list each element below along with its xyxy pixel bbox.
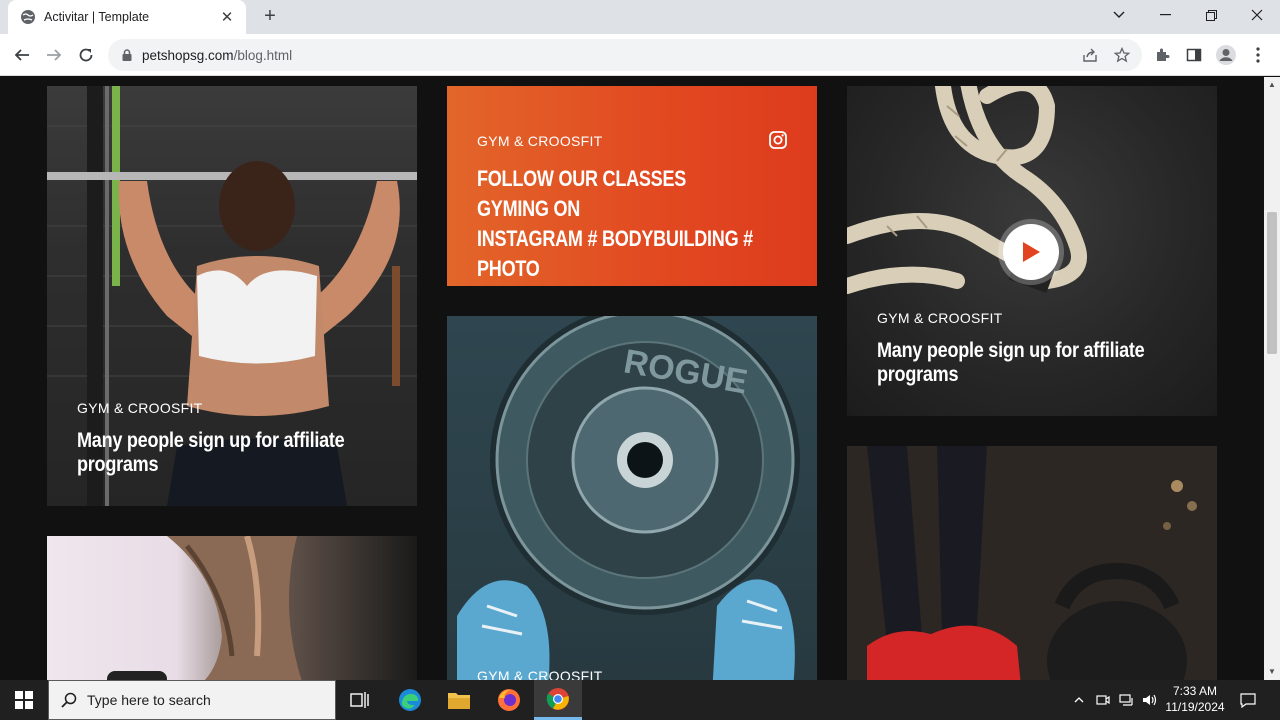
url-text: petshopsg.com/blog.html	[142, 48, 292, 63]
profile-avatar-icon[interactable]	[1214, 43, 1238, 67]
muscle-photo	[107, 536, 302, 680]
card-title[interactable]: Many people sign up for affiliate progra…	[77, 429, 345, 477]
reload-button[interactable]	[72, 41, 100, 69]
card-title-line: Many people sign up for affiliate	[877, 339, 1145, 362]
weight-plate-photo: ROGUE	[457, 316, 800, 680]
card-title-line: programs	[77, 453, 159, 476]
tab-search-icon[interactable]	[1096, 0, 1142, 30]
card-category[interactable]: GYM & CROOSFIT	[877, 310, 1003, 326]
instagram-icon[interactable]	[769, 131, 787, 149]
play-video-button[interactable]	[998, 219, 1064, 285]
blog-card-6[interactable]	[847, 446, 1217, 680]
blog-card-5[interactable]: ROGUE GYM & CROOSFIT	[447, 316, 817, 680]
card-title[interactable]: FOLLOW OUR CLASSES GYMING ON INSTAGRAM #…	[477, 164, 756, 284]
chrome-icon[interactable]	[534, 680, 582, 720]
scroll-up-icon[interactable]: ▲	[1268, 80, 1276, 89]
file-explorer-icon[interactable]	[435, 680, 483, 720]
kettlebell-photo	[847, 446, 1217, 680]
forward-button[interactable]	[40, 41, 68, 69]
back-button[interactable]	[8, 41, 36, 69]
address-bar[interactable]: petshopsg.com/blog.html	[108, 39, 1142, 71]
taskbar-clock[interactable]: 7:33 AM 11/19/2024	[1160, 683, 1230, 715]
start-button[interactable]	[0, 680, 48, 720]
meet-now-icon[interactable]	[1094, 680, 1112, 720]
tab-title: Activitar | Template	[44, 10, 150, 24]
blog-card-1[interactable]: GYM & CROOSFIT Many people sign up for a…	[47, 86, 417, 506]
browser-toolbar: petshopsg.com/blog.html	[0, 34, 1280, 76]
card-title-line: programs	[877, 363, 959, 386]
edge-browser-icon[interactable]	[386, 680, 434, 720]
tray-overflow-icon[interactable]	[1070, 680, 1088, 720]
new-tab-button[interactable]: +	[258, 5, 282, 29]
scroll-down-icon[interactable]: ▼	[1268, 667, 1276, 676]
browser-tab-active[interactable]: Activitar | Template ✕	[8, 0, 246, 34]
card-title-line: Many people sign up for affiliate	[77, 429, 345, 452]
search-placeholder: Type here to search	[87, 692, 211, 708]
notifications-icon[interactable]	[1234, 680, 1262, 720]
play-icon	[1023, 242, 1040, 262]
firefox-icon[interactable]	[485, 680, 533, 720]
card-title-line: FOLLOW OUR CLASSES GYMING ON	[477, 166, 687, 221]
share-icon[interactable]	[1078, 43, 1102, 67]
card-title-line: INSTAGRAM # BODYBUILDING # PHOTO	[477, 226, 753, 281]
network-icon[interactable]	[1117, 680, 1137, 720]
scrollbar-thumb[interactable]	[1267, 212, 1277, 354]
side-panel-icon[interactable]	[1182, 43, 1206, 67]
tab-close-icon[interactable]: ✕	[218, 8, 236, 26]
blog-page: GYM & CROOSFIT Many people sign up for a…	[0, 77, 1264, 680]
clock-time: 7:33 AM	[1172, 684, 1218, 698]
minimize-button[interactable]	[1142, 0, 1188, 30]
card-category[interactable]: GYM & CROOSFIT	[477, 668, 603, 680]
windows-logo-icon	[15, 691, 33, 709]
extensions-icon[interactable]	[1150, 43, 1174, 67]
menu-kebab-icon[interactable]	[1246, 43, 1270, 67]
url-path: /blog.html	[233, 47, 293, 63]
globe-icon	[21, 10, 35, 24]
play-button-circle	[1003, 224, 1059, 280]
card-category[interactable]: GYM & CROOSFIT	[77, 400, 203, 416]
page-scrollbar[interactable]: ▲ ▼	[1264, 77, 1280, 680]
volume-icon[interactable]	[1140, 680, 1160, 720]
taskbar-search-box[interactable]: Type here to search	[48, 680, 336, 720]
instagram-card[interactable]: GYM & CROOSFIT FOLLOW OUR CLASSES GYMING…	[447, 86, 817, 286]
close-window-button[interactable]	[1234, 0, 1280, 30]
search-icon	[61, 692, 77, 708]
blog-card-4[interactable]	[47, 536, 417, 680]
card-category[interactable]: GYM & CROOSFIT	[477, 133, 603, 149]
card-title[interactable]: Many people sign up for affiliate progra…	[877, 339, 1145, 387]
lock-icon[interactable]	[120, 48, 134, 62]
restore-button[interactable]	[1188, 0, 1234, 30]
windows-taskbar: Type here to search 7:33 AM 11/19/2024	[0, 680, 1280, 720]
video-card[interactable]: GYM & CROOSFIT Many people sign up for a…	[847, 86, 1217, 416]
browser-tab-strip: Activitar | Template ✕ +	[0, 0, 1280, 34]
clock-date: 11/19/2024	[1165, 700, 1225, 714]
bookmark-star-icon[interactable]	[1110, 43, 1134, 67]
url-host: petshopsg.com	[142, 47, 234, 63]
task-view-icon[interactable]	[336, 680, 384, 720]
